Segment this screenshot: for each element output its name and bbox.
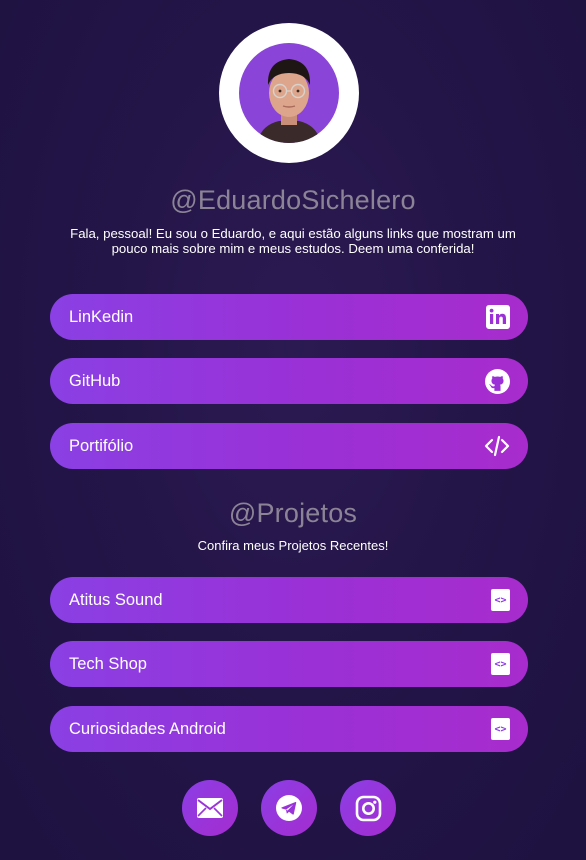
code-icon xyxy=(484,434,510,458)
email-button[interactable] xyxy=(182,780,238,836)
avatar xyxy=(239,43,339,143)
link-label: Portifólio xyxy=(69,436,134,455)
link-label: Tech Shop xyxy=(69,654,147,673)
project-curiosidades-android-button[interactable]: Curiosidades Android <> xyxy=(50,706,528,752)
projects-title: @Projetos xyxy=(228,498,358,528)
instagram-button[interactable] xyxy=(340,780,396,836)
link-label: GitHub xyxy=(69,371,121,390)
instagram-icon xyxy=(355,795,382,822)
email-icon xyxy=(196,797,224,819)
project-atitus-sound-button[interactable]: Atitus Sound <> xyxy=(50,577,528,623)
telegram-button[interactable] xyxy=(261,780,317,836)
link-label: Atitus Sound xyxy=(69,590,163,609)
profile-handle: @EduardoSichelero xyxy=(170,185,416,215)
link-label: Curiosidades Android xyxy=(69,719,226,738)
github-icon xyxy=(485,368,510,394)
avatar-frame xyxy=(219,23,359,163)
projects-subtitle: Confira meus Projetos Recentes! xyxy=(197,538,389,553)
code-file-icon: <> xyxy=(491,653,510,675)
code-file-icon: <> xyxy=(491,718,510,740)
portfolio-link-button[interactable]: Portifólio xyxy=(50,423,528,469)
code-file-icon: <> xyxy=(491,589,510,611)
github-link-button[interactable]: GitHub xyxy=(50,358,528,404)
linkedin-link-button[interactable]: LinKedin xyxy=(50,294,528,340)
linkedin-icon xyxy=(486,305,510,329)
link-label: LinKedin xyxy=(69,307,134,326)
project-tech-shop-button[interactable]: Tech Shop <> xyxy=(50,641,528,687)
telegram-icon xyxy=(275,794,303,822)
profile-bio: Fala, pessoal! Eu sou o Eduardo, e aqui … xyxy=(70,226,516,256)
